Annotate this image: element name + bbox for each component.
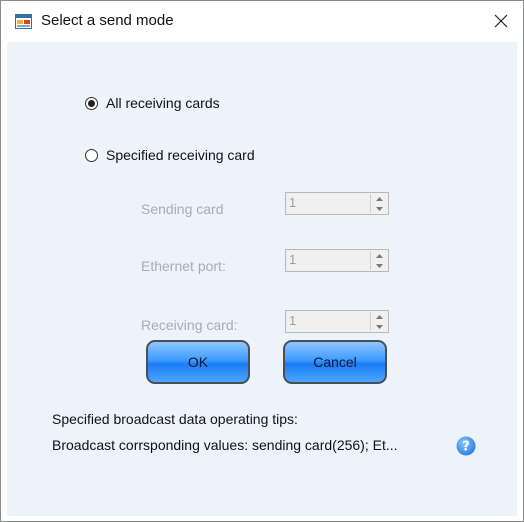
close-button[interactable]: [479, 1, 523, 41]
help-question-icon[interactable]: ?: [456, 436, 476, 456]
chevron-down-icon[interactable]: [371, 204, 387, 213]
chevron-up-icon[interactable]: [371, 312, 387, 321]
svg-text:?: ?: [462, 440, 470, 455]
receiving-card-stepper[interactable]: 1: [285, 310, 389, 333]
chevron-up-icon[interactable]: [371, 194, 387, 203]
radio-button-unchecked[interactable]: [85, 148, 98, 162]
dialog-title: Select a send mode: [41, 12, 174, 29]
stepper-value: 1: [289, 313, 297, 328]
cancel-button[interactable]: Cancel: [283, 340, 387, 384]
chevron-down-icon[interactable]: [371, 261, 387, 270]
stepper-arrows[interactable]: [370, 194, 387, 213]
chevron-down-icon[interactable]: [371, 322, 387, 331]
app-window-icon: [15, 14, 32, 29]
stepper-arrows[interactable]: [370, 251, 387, 270]
ethernet-port-label: Ethernet port:: [141, 258, 226, 274]
receiving-card-label: Receiving card:: [141, 317, 238, 333]
stepper-value: 1: [289, 195, 297, 210]
send-mode-dialog: Select a send mode All receiving cards S…: [0, 0, 524, 522]
radio-button-checked[interactable]: [85, 96, 98, 110]
title-bar: Select a send mode: [1, 1, 523, 41]
radio-label: All receiving cards: [106, 95, 220, 111]
stepper-value: 1: [289, 252, 297, 267]
ethernet-port-stepper[interactable]: 1: [285, 249, 389, 272]
sending-card-stepper[interactable]: 1: [285, 192, 389, 215]
close-icon: [494, 14, 508, 28]
radio-all-receiving-cards[interactable]: All receiving cards: [85, 95, 220, 111]
stepper-arrows[interactable]: [370, 312, 387, 331]
radio-label: Specified receiving card: [106, 147, 255, 163]
tips-text: Broadcast corrsponding values: sending c…: [52, 437, 398, 453]
chevron-up-icon[interactable]: [371, 251, 387, 260]
radio-specified-receiving-card[interactable]: Specified receiving card: [85, 147, 255, 163]
ok-button[interactable]: OK: [146, 340, 250, 384]
sending-card-label: Sending card: [141, 201, 224, 217]
tips-title: Specified broadcast data operating tips:: [52, 411, 298, 427]
